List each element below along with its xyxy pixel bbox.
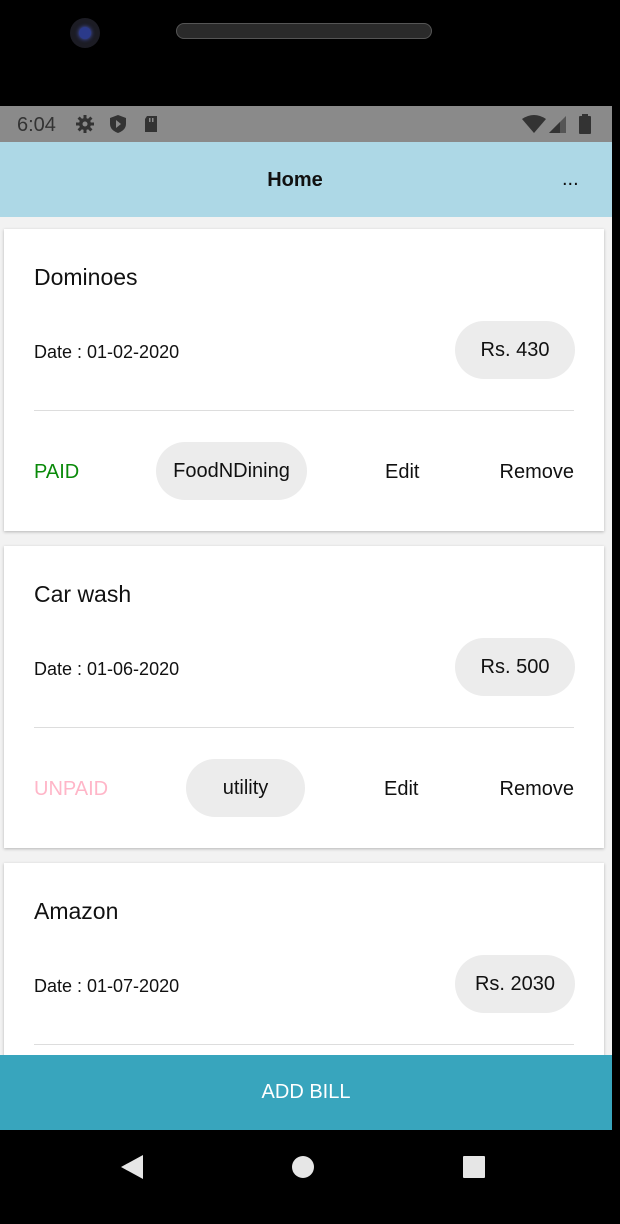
earpiece-speaker [176, 23, 432, 39]
bill-date: Date : 01-07-2020 [34, 976, 180, 996]
divider [34, 410, 574, 411]
category-chip: utility [186, 759, 305, 817]
sd-card-icon [141, 114, 161, 134]
add-bill-button[interactable]: ADD BILL [0, 1055, 612, 1130]
status-time: 6:04 [17, 114, 56, 136]
home-icon[interactable] [288, 1152, 318, 1182]
bill-date: Date : 01-06-2020 [34, 659, 180, 679]
bill-card: Amazon Date : 01-07-2020 Rs. 2030 [4, 863, 604, 1055]
battery-icon [575, 114, 595, 134]
bill-list[interactable]: Dominoes Date : 01-02-2020 Rs. 430 PAID … [0, 217, 612, 1055]
bill-date: Date : 01-02-2020 [34, 342, 180, 362]
recents-icon[interactable] [459, 1152, 489, 1182]
bill-name: Amazon [34, 898, 119, 924]
bill-name: Car wash [34, 581, 132, 607]
shield-icon [108, 114, 128, 134]
gear-icon [75, 114, 95, 134]
system-nav-bar [0, 1130, 612, 1224]
status-bar: 6:04 [0, 106, 612, 142]
bill-card: Dominoes Date : 01-02-2020 Rs. 430 PAID … [4, 229, 604, 531]
overflow-menu-button[interactable]: ... [562, 168, 579, 191]
category-chip: FoodNDining [156, 442, 307, 500]
bill-status: UNPAID [34, 778, 109, 800]
remove-button[interactable]: Remove [500, 778, 574, 801]
front-camera [70, 18, 100, 48]
bill-name: Dominoes [34, 264, 138, 290]
edit-button[interactable]: Edit [384, 778, 418, 801]
page-title: Home [267, 169, 323, 191]
wifi-icon [522, 114, 546, 134]
app-screen: 6:04 Home ... Dominoes Date : 01-02-2020… [0, 106, 612, 1130]
edit-button[interactable]: Edit [385, 461, 419, 484]
back-icon[interactable] [117, 1152, 147, 1182]
divider [34, 1044, 574, 1045]
app-bar: Home ... [0, 142, 612, 217]
remove-button[interactable]: Remove [500, 461, 574, 484]
bill-card: Car wash Date : 01-06-2020 Rs. 500 UNPAI… [4, 546, 604, 848]
bill-amount-chip: Rs. 2030 [455, 955, 575, 1013]
bill-status: PAID [34, 461, 80, 483]
signal-icon [548, 114, 568, 134]
bill-amount-chip: Rs. 500 [455, 638, 575, 696]
bill-amount-chip: Rs. 430 [455, 321, 575, 379]
divider [34, 727, 574, 728]
